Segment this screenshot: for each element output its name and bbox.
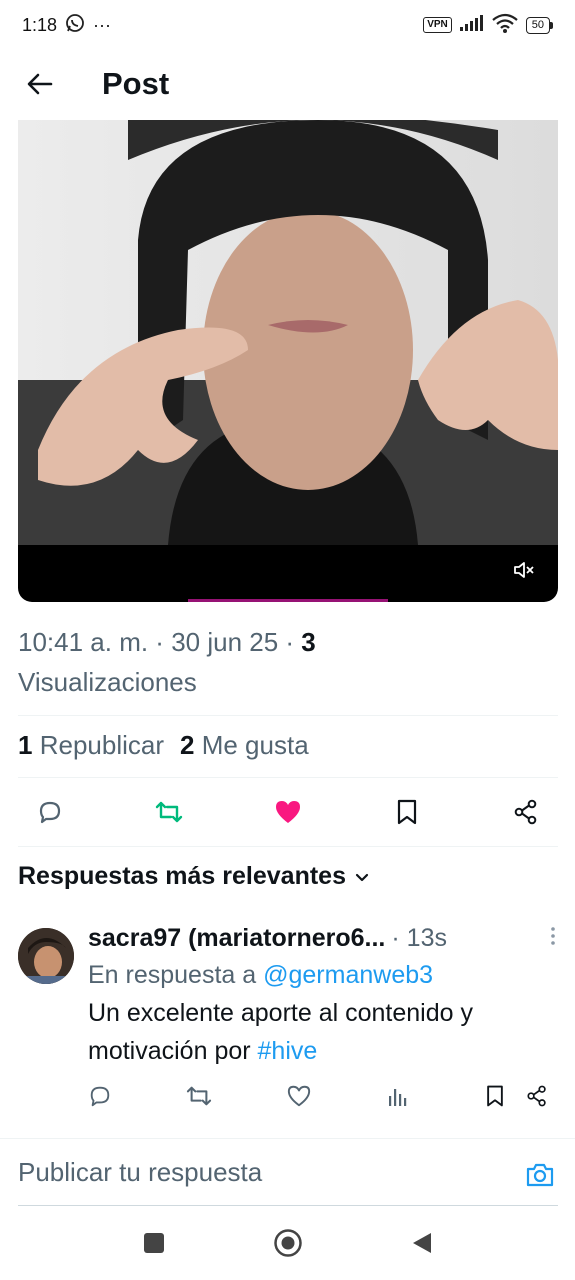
circle-icon [273,1228,302,1257]
reply-time: 13s [406,923,447,952]
back-button[interactable] [0,52,80,116]
square-icon [143,1232,164,1253]
reposts-count: 1 [18,730,33,760]
sort-label: Respuestas más relevantes [18,862,346,890]
volume-muted-icon [514,562,534,578]
reply-secondary-actions [484,1084,548,1113]
home-button[interactable] [273,1228,303,1263]
signal-icon [459,14,484,36]
likes-label: Me gusta [201,730,309,760]
vpn-badge: VPN [423,17,452,33]
divider [18,715,558,716]
system-back-button[interactable] [411,1231,433,1260]
camera-button[interactable] [525,1161,555,1194]
reply-to-prefix: En respuesta a [88,961,257,989]
status-bar: 1:18 ··· VPN 50 [0,0,575,50]
composer-underline [18,1205,558,1206]
reply-bookmark-button[interactable] [484,1084,506,1113]
reply-author-name[interactable]: sacra97 (mariatornero6... [88,924,385,953]
replies-sort-dropdown[interactable]: Respuestas más relevantes [18,862,370,891]
video-player[interactable] [18,120,558,602]
reply-reply-button[interactable] [88,1084,112,1113]
post-stats: 1 Republicar 2 Me gusta [18,730,309,761]
bookmark-icon [487,1085,503,1107]
reply-to-line: En respuesta a @germanweb3 [88,958,558,992]
reply-share-button[interactable] [526,1084,548,1113]
analytics-icon [389,1089,407,1106]
reply-to-mention[interactable]: @germanweb3 [263,961,433,989]
hashtag-link[interactable]: #hive [258,1037,318,1065]
views-label: Visualizaciones [18,667,197,697]
bookmark-icon [397,799,417,825]
likes-count: 2 [180,730,195,760]
more-notifications-icon: ··· [93,14,112,35]
post-actions [28,790,548,834]
repost-icon [155,801,183,823]
reposts-stat[interactable]: 1 Republicar [18,730,164,761]
status-time: 1:18 [22,14,58,35]
repost-icon [186,1086,212,1106]
heart-filled-icon [276,801,300,823]
divider [18,846,558,847]
whatsapp-icon [65,13,85,38]
post-metadata: 10:41 a. m. · 30 jun 25 · 3 Visualizacio… [18,627,316,697]
bookmark-button[interactable] [385,790,429,834]
divider [18,777,558,778]
wifi-icon [492,13,518,38]
recents-button[interactable] [143,1232,165,1259]
more-options-button[interactable] [550,926,556,951]
page-title: Post [102,66,170,101]
views-count: 3 [301,627,316,657]
heart-icon [287,1085,311,1107]
share-icon [527,1085,546,1107]
reply-composer: Publicar tu respuesta [0,1138,575,1208]
triangle-back-icon [412,1232,431,1253]
avatar[interactable] [18,928,74,984]
video-caption-edge [188,599,388,602]
reposts-label: Republicar [39,730,164,760]
like-button[interactable] [266,790,310,834]
reply-actions [88,1084,548,1113]
app-bar: Post [0,52,575,116]
reply-text: Un excelente aporte al contenido y motiv… [88,994,558,1070]
post-time: 10:41 a. m. [18,627,149,657]
repost-button[interactable] [147,790,191,834]
battery-icon: 50 [525,16,553,34]
chevron-down-icon [355,873,369,881]
battery-level: 50 [525,16,550,34]
more-vertical-icon [551,927,555,945]
share-icon [514,799,537,825]
post-date: 30 jun 25 [171,627,279,657]
reply-button[interactable] [28,790,72,834]
reply-views-button[interactable] [386,1084,410,1113]
likes-stat[interactable]: 2 Me gusta [180,730,309,761]
mute-button[interactable] [512,558,536,582]
comment-icon [39,801,61,824]
arrow-left-icon [27,73,53,95]
share-button[interactable] [504,790,548,834]
reply-repost-button[interactable] [186,1084,212,1113]
reply-input[interactable]: Publicar tu respuesta [18,1157,262,1188]
video-frame [18,120,558,545]
system-nav-bar [0,1210,575,1280]
reply-like-button[interactable] [286,1084,312,1113]
camera-icon [526,1163,554,1187]
comment-icon [90,1086,110,1107]
